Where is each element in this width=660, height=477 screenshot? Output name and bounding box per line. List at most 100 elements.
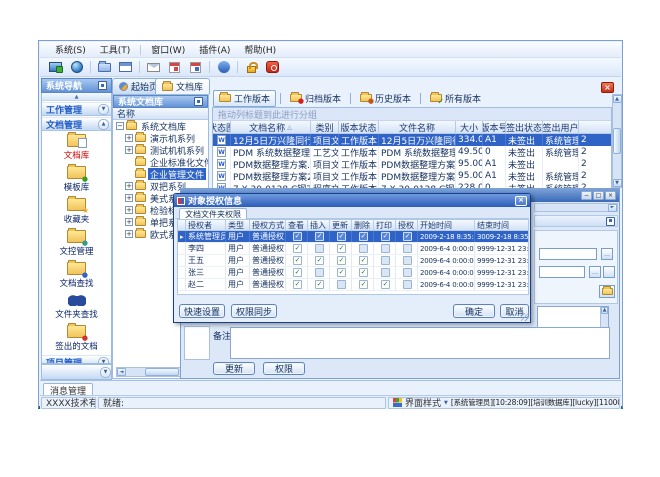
close-icon[interactable]: × — [605, 191, 616, 200]
tree-column-header[interactable]: 名称 — [113, 108, 208, 120]
toolbar-button-power[interactable] — [263, 59, 282, 75]
toolbar-button-folder[interactable] — [95, 59, 114, 75]
chevron-down-icon[interactable]: ▼ — [98, 357, 109, 365]
tree-item[interactable]: −系统文档库 — [113, 120, 208, 132]
column-header-4[interactable]: 版本状态 — [339, 121, 379, 134]
sidebar-item[interactable]: 文档库 — [42, 131, 111, 163]
checkbox-unchecked[interactable] — [359, 244, 368, 253]
ellipsis-button[interactable]: … — [589, 266, 601, 278]
checkbox-unchecked[interactable] — [315, 268, 324, 277]
tab-document-library[interactable]: 文档库 — [155, 78, 210, 94]
checkbox-unchecked[interactable] — [403, 256, 412, 265]
form-input[interactable] — [539, 248, 597, 260]
checkbox-checked[interactable] — [315, 280, 324, 289]
permission-row[interactable]: 赵二用户普通授权2009-6-4 0:00:009999-12-31 23:59… — [178, 279, 528, 291]
permission-row[interactable]: 王五用户普通授权2009-6-4 0:00:009999-12-31 23:59… — [178, 255, 528, 267]
permission-row[interactable]: ▸系统管理员用户普通授权2009-2-18 8:35:573009-2-18 8… — [178, 231, 528, 243]
close-icon[interactable]: × — [515, 196, 527, 206]
version-tab-4[interactable]: 所有版本 — [425, 91, 486, 106]
column-header-3[interactable]: 类别 — [311, 121, 339, 134]
column-header-1[interactable]: 状态图 — [213, 121, 231, 134]
sidebar-group-工作管理[interactable]: 工作管理▼ — [42, 102, 111, 116]
column-header-2[interactable]: 文档名称△ — [231, 121, 311, 134]
toolbar-button-window[interactable] — [116, 59, 135, 75]
sidebar-item[interactable]: 收藏夹 — [42, 195, 111, 227]
update-button[interactable]: 更新 — [213, 362, 255, 375]
table-row[interactable]: WPDM数据整理方案2.doc项目文档工作版本PDM数据整理方案2.doc95.… — [213, 170, 611, 182]
version-tab-2[interactable]: 归档版本 — [285, 91, 346, 106]
checkbox-checked[interactable] — [315, 232, 324, 241]
toolbar-button-globe[interactable] — [67, 59, 86, 75]
expand-icon[interactable]: + — [125, 194, 133, 202]
checkbox-checked[interactable] — [293, 232, 302, 241]
menu-item[interactable]: 窗口(W) — [144, 42, 192, 57]
checkbox-checked[interactable] — [337, 268, 346, 277]
table-vertical-scrollbar[interactable]: ▲ ▼ — [612, 94, 622, 188]
ui-style-label[interactable]: 界面样式 — [405, 397, 441, 409]
column-header-5[interactable]: 文件名称 — [379, 121, 456, 134]
permission-sync-button[interactable]: 权限同步 — [231, 304, 277, 318]
tab-folder-permissions[interactable]: 文档文件夹权限 — [179, 208, 247, 219]
sidebar-item[interactable]: 签出的文档 — [42, 322, 111, 354]
remark-box[interactable] — [230, 327, 610, 359]
browse-button[interactable] — [603, 266, 615, 278]
ok-button[interactable]: 确定 — [453, 304, 495, 318]
scroll-left-icon[interactable]: ◄ — [117, 368, 126, 376]
column-header-6[interactable]: 大小 — [456, 121, 483, 134]
dialog-column-header-12[interactable]: 结束时间 — [475, 220, 529, 231]
dialog-column-header-7[interactable]: 更新 — [330, 220, 352, 231]
scroll-down-icon[interactable]: ▼ — [613, 179, 622, 187]
properties-scrollbar[interactable]: ► — [534, 203, 618, 212]
permission-button[interactable]: 权限 — [263, 362, 305, 375]
checkbox-checked[interactable] — [359, 280, 368, 289]
toolbar-button-lock[interactable] — [242, 59, 261, 75]
checkbox-checked[interactable] — [337, 256, 346, 265]
scroll-up-icon[interactable]: ▲ — [601, 307, 608, 314]
checkbox-checked[interactable] — [337, 244, 346, 253]
checkbox-unchecked[interactable] — [403, 280, 412, 289]
table-row[interactable]: WPDM数据整理方案.doc项目文档工作版本PDM数据整理方案.doc95.00… — [213, 158, 611, 170]
tree-item[interactable]: +演示机系列 — [113, 132, 208, 144]
scrollbar-thumb[interactable] — [613, 128, 621, 154]
pin-icon[interactable]: ▪ — [98, 81, 107, 90]
dialog-titlebar[interactable]: 对象授权信息 × — [174, 194, 530, 207]
table-row[interactable]: W12月5日万兴隆同行...项目文档工作版本12月5日万兴隆同行...334.0… — [213, 134, 611, 146]
dialog-column-header-9[interactable]: 打印 — [374, 220, 396, 231]
version-tab-1[interactable]: 工作版本 — [213, 90, 276, 107]
expand-icon[interactable]: + — [125, 218, 133, 226]
checkbox-unchecked[interactable] — [315, 244, 324, 253]
checkbox-checked[interactable] — [293, 280, 302, 289]
checkbox-unchecked[interactable] — [381, 268, 390, 277]
permission-row[interactable]: 张三用户普通授权2009-6-4 0:00:009999-12-31 23:59… — [178, 267, 528, 279]
tree-item[interactable]: 企业标准化文件 — [113, 156, 208, 168]
checkbox-unchecked[interactable] — [381, 244, 390, 253]
expand-icon[interactable]: + — [125, 230, 133, 238]
scroll-up-icon[interactable]: ▲ — [42, 93, 111, 101]
menu-item[interactable]: 工具(T) — [93, 42, 138, 57]
checkbox-unchecked[interactable] — [403, 244, 412, 253]
tree-item[interactable]: +测试机机系列 — [113, 144, 208, 156]
checkbox-checked[interactable] — [315, 256, 324, 265]
dialog-column-header-10[interactable]: 授权 — [396, 220, 418, 231]
column-header-7[interactable]: 版本号 — [483, 121, 506, 134]
minimize-icon[interactable]: − — [581, 191, 592, 200]
checkbox-checked[interactable] — [337, 232, 346, 241]
version-tab-3[interactable]: 历史版本 — [355, 91, 416, 106]
dialog-column-header-8[interactable]: 删除 — [352, 220, 374, 231]
checkbox-checked[interactable] — [359, 232, 368, 241]
checkbox-unchecked[interactable] — [381, 256, 390, 265]
toolbar-button-monitor[interactable] — [46, 59, 65, 75]
maximize-icon[interactable]: □ — [593, 191, 604, 200]
sidebar-item[interactable]: 文件夹查找 — [42, 291, 111, 322]
quick-setup-button[interactable]: 快速设置 — [179, 304, 225, 318]
expand-icon[interactable]: + — [125, 182, 133, 190]
chevron-down-icon[interactable]: ▼ — [98, 104, 109, 115]
ellipsis-button[interactable]: … — [601, 248, 613, 260]
checkbox-unchecked[interactable] — [403, 268, 412, 277]
chevron-down-icon[interactable]: ▼ — [100, 367, 111, 378]
checkbox-checked[interactable] — [359, 256, 368, 265]
menu-item[interactable]: 系统(S) — [48, 42, 93, 57]
column-header-9[interactable]: 签出用户 — [543, 121, 579, 134]
dialog-column-header-3[interactable]: 类型 — [226, 220, 250, 231]
dialog-column-header-5[interactable]: 查看 — [286, 220, 308, 231]
